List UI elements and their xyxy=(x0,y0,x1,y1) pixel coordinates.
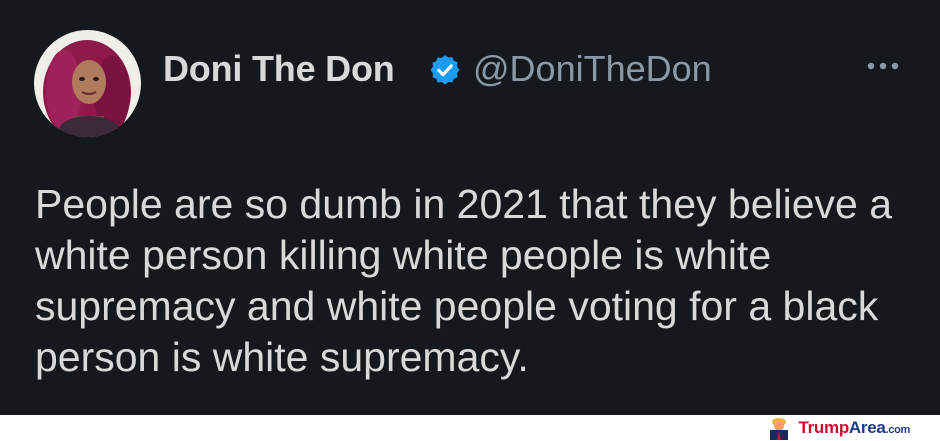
watermark-brand-main: Trump xyxy=(798,418,849,437)
handle[interactable]: @DoniTheDon xyxy=(473,48,712,90)
watermark-brand-second: Area xyxy=(848,418,886,437)
more-options-icon[interactable] xyxy=(862,54,904,78)
avatar[interactable] xyxy=(34,30,141,137)
watermark-brand-tld: .com xyxy=(885,424,911,436)
tweet-text: People are so dumb in 2021 that they bel… xyxy=(35,181,893,380)
verified-badge-icon xyxy=(430,55,460,85)
mascot-icon xyxy=(770,418,789,440)
avatar-image xyxy=(34,30,141,137)
watermark-bar: TrumpArea.com xyxy=(0,415,940,441)
watermark: TrumpArea.com xyxy=(764,417,910,440)
watermark-text: TrumpArea.com xyxy=(798,418,910,438)
tweet-card: Doni The Don @DoniTheDon People are so d… xyxy=(0,0,940,415)
display-name[interactable]: Doni The Don xyxy=(163,48,395,90)
